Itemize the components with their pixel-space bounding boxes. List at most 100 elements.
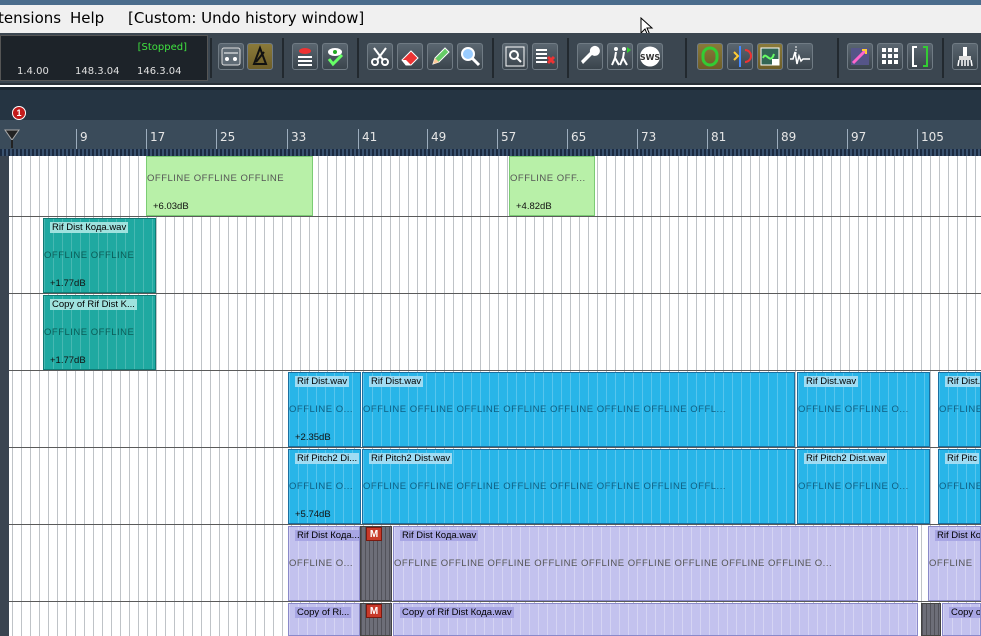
ruler-label: 33 (291, 130, 307, 144)
item-name: Rif Dist Кода.wav (400, 530, 479, 541)
grid-button[interactable] (877, 43, 903, 70)
wrench-icon (581, 45, 600, 64)
split-tool-button[interactable] (367, 43, 393, 70)
time-value-start: 148.3.04 (75, 66, 120, 77)
visibility-button[interactable] (322, 43, 348, 70)
ruler-tick (427, 129, 428, 149)
ruler-label: 41 (362, 130, 378, 144)
time-value-end: 146.3.04 (137, 66, 182, 77)
media-item[interactable]: Copy of Rif Dist Кода.wav (393, 603, 918, 636)
ruler-label: 97 (851, 130, 867, 144)
split-at-cursor-button[interactable] (727, 43, 753, 70)
timeline-ruler[interactable]: 9 17 25 33 41 49 57 65 73 81 89 97 105 (0, 120, 981, 156)
item-offline-text: OFFLINE O... (289, 558, 354, 569)
actions-button[interactable] (607, 43, 633, 70)
ripple-icon (760, 47, 780, 66)
transport-display: [Stopped] 1.4.00 148.3.04 146.3.04 (0, 35, 208, 81)
grid-snap-button[interactable] (247, 43, 273, 70)
mute-indicator[interactable]: M (366, 604, 382, 618)
ruler-label: 105 (921, 130, 944, 144)
media-item[interactable]: Rif Dist.wav OFFLINE OFFLINE O... (797, 372, 930, 447)
item-offline-text: OFFLINE (929, 558, 973, 569)
ruler-tick (497, 129, 498, 149)
eraser-tool-button[interactable] (397, 43, 423, 70)
ruler-label: 57 (501, 130, 517, 144)
ripple-edit-button[interactable] (757, 43, 783, 70)
sws-icon: SWS (640, 46, 660, 67)
media-item[interactable]: Rif Dist Кода.wav OFFLINE OFFLINE OFFLIN… (393, 526, 918, 601)
project-marker[interactable]: 1 (12, 106, 26, 120)
time-value-position: 1.4.00 (17, 66, 49, 77)
ruler-tick (847, 129, 848, 149)
color-icon (851, 48, 869, 65)
eraser-icon (401, 50, 419, 66)
menu-custom-undo-history[interactable]: [Custom: Undo history window] (128, 9, 364, 27)
ruler-tick (287, 129, 288, 149)
media-item[interactable]: Rif Dist.wav OFFLINE O... +2.35dB (288, 372, 361, 447)
item-offline-text: OFFLINE OFFLINE OFFLINE OFFLINE OFFLINE … (394, 558, 833, 569)
media-item[interactable]: Rif Dist. OFFLINE (938, 372, 981, 447)
ruler-tick (707, 129, 708, 149)
media-item[interactable]: Rif Pitc OFFLINE (938, 449, 981, 524)
marker-region-strip[interactable]: 1 (0, 87, 981, 120)
mixer-button[interactable] (292, 43, 318, 70)
item-name: Rif Dist Кода (935, 530, 980, 541)
ruler-label: 89 (781, 130, 797, 144)
cleanup-button[interactable] (952, 43, 978, 70)
ruler-tick (358, 129, 359, 149)
media-item[interactable]: Rif Pitch2 Dist.wav OFFLINE OFFLINE OFFL… (362, 449, 795, 524)
media-item[interactable]: Rif Dist Кода OFFLINE (928, 526, 981, 601)
sws-button[interactable]: SWS (637, 43, 663, 70)
media-item[interactable]: Rif Dist Кода.wav OFFLINE OFFLINE +1.77d… (43, 218, 156, 293)
ruler-tick (637, 129, 638, 149)
bracket-icon (912, 46, 928, 67)
toolbar-separator (357, 38, 359, 78)
remove-items-button[interactable] (532, 43, 558, 70)
item-name: Rif Pitch2 Dist.wav (369, 453, 453, 464)
mixer-eye-icon (298, 48, 312, 66)
envelope-icon (790, 46, 810, 65)
media-item[interactable]: Rif Dist.wav OFFLINE OFFLINE OFFLINE OFF… (362, 372, 795, 447)
preferences-button[interactable] (577, 43, 603, 70)
media-item[interactable]: Copy of Ri... (288, 603, 360, 636)
arrange-left-edge (0, 156, 9, 636)
media-item[interactable]: OFFLINE OFF... +4.82dB (509, 156, 595, 216)
media-item[interactable]: Rif Pitch2 Di... OFFLINE O... +5.74dB (288, 449, 361, 524)
toolbar-separator (685, 38, 687, 78)
magnify-icon (505, 46, 525, 67)
ruler-tick (76, 129, 77, 149)
mute-indicator[interactable]: M (366, 527, 382, 541)
media-item[interactable]: OFFLINE OFFLINE OFFLINE +6.03dB (146, 156, 313, 216)
transport-status: [Stopped] (137, 42, 187, 53)
menu-extensions[interactable]: tensions (0, 9, 61, 27)
media-item[interactable]: Rif Dist Кода... OFFLINE O... (288, 526, 360, 601)
metronome-button[interactable] (218, 43, 244, 70)
item-volume: +6.03dB (153, 201, 189, 212)
zoom-tool-button[interactable] (457, 43, 483, 70)
loop-toggle-button[interactable] (697, 43, 723, 70)
edit-cursor-icon[interactable] (4, 128, 20, 148)
item-name: Copy o (949, 607, 980, 618)
ruler-label: 25 (220, 130, 236, 144)
item-offline-text: OFFLINE OFFLINE (44, 327, 135, 338)
media-item[interactable]: Rif Pitch2 Dist.wav OFFLINE OFFLINE O... (797, 449, 930, 524)
item-color-button[interactable] (847, 43, 873, 70)
grid-snap-icon (252, 45, 268, 65)
bracket-button[interactable] (907, 43, 933, 70)
grid-icon (882, 48, 898, 64)
envelope-button[interactable] (787, 43, 813, 70)
item-offline-text: OFFLINE OFFLINE (44, 250, 135, 261)
pencil-icon (432, 47, 450, 65)
find-button[interactable] (502, 43, 528, 70)
zoom-icon (461, 47, 481, 67)
item-volume: +1.77dB (50, 278, 86, 289)
track-divider (9, 447, 981, 448)
ruler-label: 17 (150, 130, 166, 144)
eye-check-icon (327, 48, 344, 67)
muted-item[interactable] (921, 603, 941, 636)
pencil-tool-button[interactable] (427, 43, 453, 70)
menu-help[interactable]: Help (70, 9, 104, 27)
media-item[interactable]: Copy o (942, 603, 981, 636)
media-item[interactable]: Copy of Rif Dist K... OFFLINE OFFLINE +1… (43, 295, 156, 370)
ruler-label: 49 (431, 130, 447, 144)
